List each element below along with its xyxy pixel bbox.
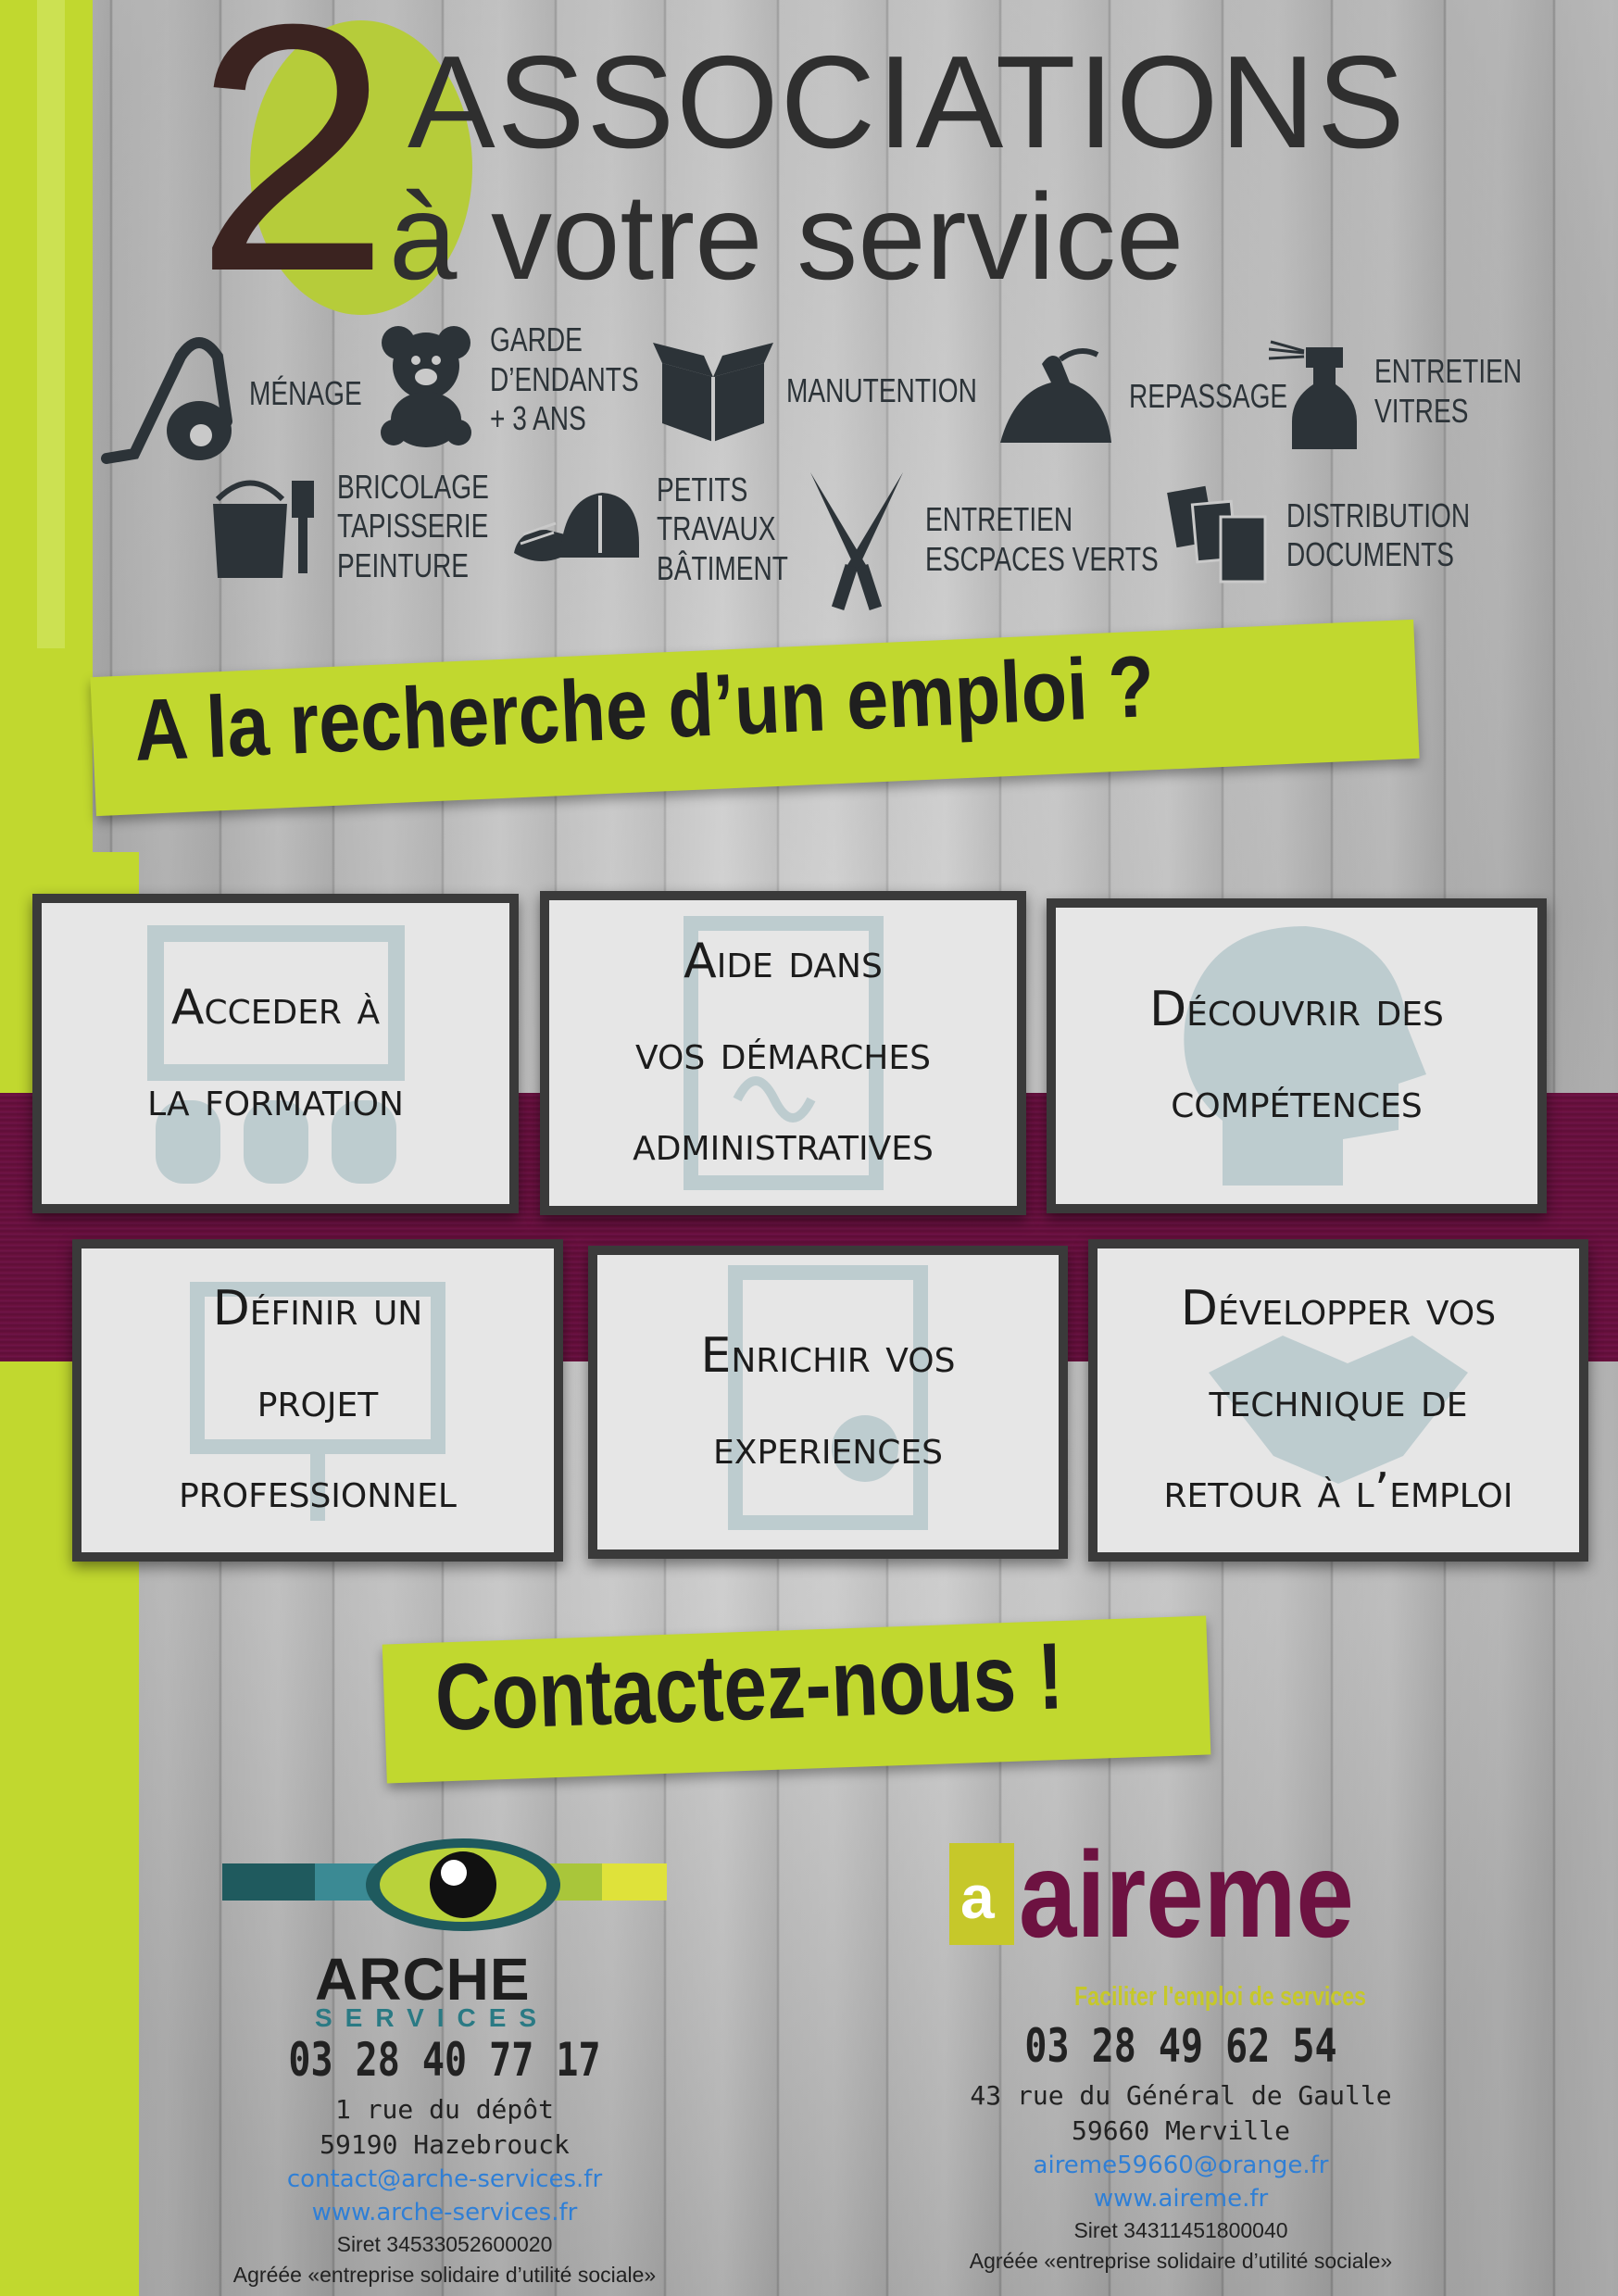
service-garde-enfants: GARDE D’ENDANTS + 3 ANS [375,320,681,449]
card-text: Découvrir des compétences [1149,982,1444,1129]
arche-address-1: 1 rue du dépôt [334,2094,554,2125]
service-label: GARDE D’ENDANTS + 3 ANS [490,320,639,438]
card-text: Enrichir vos experiences [700,1328,956,1475]
service-manutention: MANUTENTION [653,335,1031,446]
service-label: REPASSAGE [1129,376,1288,415]
service-petits-travaux: PETITS TRAVAUX BÂTIMENT [509,470,825,588]
service-label: DISTRIBUTION DOCUMENTS [1286,496,1471,573]
arche-agree: Agréée «entreprise solidaire d’utilité s… [232,2262,657,2287]
shears-icon [810,472,903,610]
documents-icon [1167,485,1267,583]
service-entretien-vitres: ENTRETIEN VITRES [1269,329,1563,454]
arche-email-link[interactable]: contact@arche-services.fr [148,2163,741,2196]
aireme-logo-name: aireme [1019,1826,1354,1963]
service-espaces-verts: ENTRETIEN ESCPACES VERTS [801,468,1224,611]
aireme-web-link[interactable]: www.aireme.fr [884,2182,1477,2215]
service-label: PETITS TRAVAUX BÂTIMENT [657,470,788,587]
arche-logo-sub: SERVICES [315,2003,550,2032]
service-label: ENTRETIEN VITRES [1374,352,1523,430]
helmet-gloves-icon [514,492,639,561]
arche-web-link[interactable]: www.arche-services.fr [148,2196,741,2229]
card-text: Définir un projet professionnel [179,1280,457,1520]
aireme-contact: 03 28 49 62 54 43 rue du Général de Gaul… [884,2019,1477,2276]
eye-icon [366,1838,560,1931]
card-formation: Acceder à la formation [32,894,519,1213]
aireme-address-2: 59660 Merville [1071,2114,1290,2146]
title-line-1: ASSOCIATIONS [408,29,1407,176]
contact-title: Contactez-nous ! [433,1623,1065,1750]
service-label: ENTRETIEN ESCPACES VERTS [925,500,1159,578]
box-icon [653,343,773,442]
paint-bucket-icon [213,480,314,578]
vacuum-icon [101,337,232,464]
arche-phone: 03 28 40 77 17 [288,2033,601,2087]
title-line-2: à votre service [389,169,1185,305]
card-text: Développer vos technique de retour à l’e… [1163,1280,1513,1520]
card-text: Acceder à la formation [147,979,404,1127]
aireme-phone: 03 28 49 62 54 [1024,2019,1337,2073]
aireme-logo-mark: a [949,1843,1014,1945]
arche-contact: 03 28 40 77 17 1 rue du dépôt 59190 Haze… [148,2033,741,2290]
service-label: MANUTENTION [786,370,977,409]
aireme-tagline: Faciliter l'emploi de services [1074,1982,1367,2012]
card-experiences: Enrichir vos experiences [588,1246,1068,1559]
title-number: 2 [194,0,391,345]
aireme-email-link[interactable]: aireme59660@orange.fr [884,2149,1477,2182]
card-techniques: Développer vos technique de retour à l’e… [1088,1239,1588,1562]
service-label: BRICOLAGE TAPISSERIE PEINTURE [337,468,489,584]
card-competences: Découvrir des compétences [1047,898,1547,1213]
service-distribution: DISTRIBUTION DOCUMENTS [1167,480,1522,591]
spray-bottle-icon [1269,340,1357,449]
arche-siret: Siret 34533052600020 [336,2232,553,2257]
service-bricolage: BRICOLAGE TAPISSERIE PEINTURE [208,468,532,585]
iron-icon [1000,348,1111,443]
card-projet: Définir un projet professionnel [72,1239,563,1562]
aireme-agree: Agréée «entreprise solidaire d’utilité s… [969,2248,1393,2273]
service-menage: MÉNAGE [97,320,394,468]
aireme-address-1: 43 rue du Général de Gaulle [970,2080,1392,2111]
arche-address-2: 59190 Hazebrouck [320,2128,570,2160]
card-text: Aide dans vos démarches administratives [633,933,934,1173]
aireme-siret: Siret 34311451800040 [1073,2218,1288,2243]
service-label: MÉNAGE [249,373,362,412]
arche-logo [222,1834,667,1964]
green-side-highlight [37,0,65,648]
teddy-bear-icon [381,326,471,447]
card-demarches: Aide dans vos démarches administratives [540,891,1026,1215]
